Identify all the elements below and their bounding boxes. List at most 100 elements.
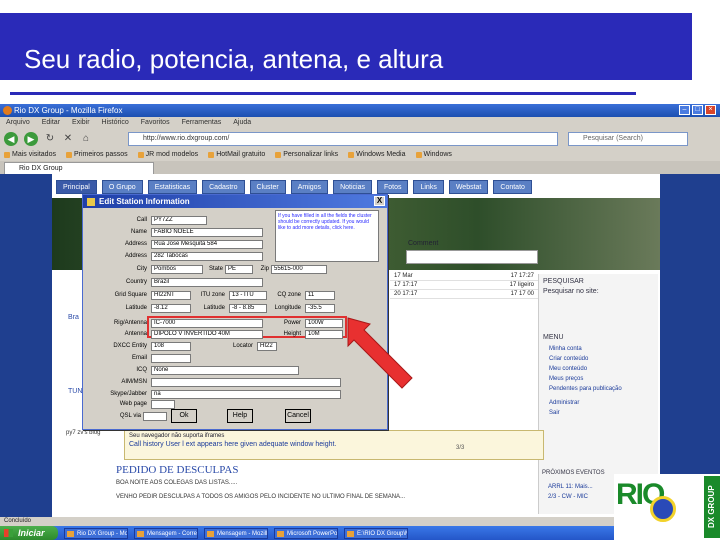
cq-field[interactable]: 11 — [305, 291, 335, 300]
city-label: City — [136, 266, 147, 272]
bookmark-label: Mais visitados — [12, 151, 56, 158]
table-cell: 17 Mar — [394, 273, 413, 279]
home-icon[interactable]: ⌂ — [80, 133, 92, 145]
dialog-close-button[interactable]: X — [374, 196, 385, 206]
menu-bar: Arquivo Editar Exibir Histórico Favorito… — [0, 117, 720, 129]
address-bar[interactable]: http://www.rio.dxgroup.com/ — [128, 132, 558, 146]
start-label: Iniciar — [18, 528, 45, 538]
menu-history[interactable]: Histórico — [102, 117, 129, 129]
skype-label: Skype/Jabber — [110, 391, 147, 397]
bookmark-item[interactable]: Windows — [415, 149, 452, 161]
sidebar-link-minha-conta[interactable]: Minha conta — [549, 346, 582, 353]
taskbar-item[interactable]: Microsoft PowerPoint — [274, 527, 338, 539]
bookmarks-toolbar: Mais visitados Primeiros passos JR mod m… — [0, 149, 720, 161]
menu-tools[interactable]: Ferramentas — [182, 117, 222, 129]
bookmark-icon — [208, 152, 215, 158]
sidebar-link-administrar[interactable]: Administrar — [549, 400, 579, 407]
event-link[interactable]: ARRL 11: Mais... — [548, 484, 593, 490]
bookmark-item[interactable]: JR mod modelos — [137, 149, 198, 161]
call-field[interactable]: PY7ZZ — [151, 216, 207, 225]
comment-input[interactable] — [406, 250, 538, 264]
icq-field[interactable]: None — [151, 366, 299, 375]
reload-icon[interactable]: ↻ — [44, 133, 56, 145]
minimize-button[interactable]: – — [679, 105, 690, 115]
slide-header: Seu radio, potencia, antena, e altura — [0, 0, 720, 100]
web-label: Web page — [119, 401, 147, 407]
menu-edit[interactable]: Editar — [42, 117, 60, 129]
address2-field[interactable]: 282 Tabocas — [151, 252, 263, 261]
site-nav-estatisticas[interactable]: Estatisticas — [147, 180, 198, 194]
qsl-field[interactable] — [143, 412, 167, 421]
sidebar-link-meu-conteudo[interactable]: Meu conteúdo — [549, 366, 587, 373]
bookmark-item[interactable]: Mais visitados — [4, 149, 56, 161]
address-field[interactable]: Rua Jose Mesquita 584 — [151, 240, 263, 249]
antenna-label: Antenna — [124, 331, 147, 337]
zip-field[interactable]: 55615-000 — [271, 265, 327, 274]
site-nav-principal[interactable]: Principal — [56, 180, 97, 194]
sidebar-link-meus-precos[interactable]: Meus preços — [549, 376, 583, 383]
skype-field[interactable]: na — [151, 390, 341, 399]
search-input[interactable]: Pesquisar (Search) — [568, 132, 688, 146]
maximize-button[interactable]: □ — [692, 105, 703, 115]
stop-icon[interactable]: ✕ — [62, 133, 74, 145]
dialog-icon — [87, 198, 95, 206]
menu-view[interactable]: Exibir — [72, 117, 90, 129]
site-nav-fotos[interactable]: Fotos — [376, 180, 409, 194]
menu-file[interactable]: Arquivo — [6, 117, 30, 129]
longitude-field[interactable]: -35.5 — [305, 304, 335, 313]
power-field[interactable]: 100W — [305, 319, 343, 328]
site-nav-webstat[interactable]: Webstat — [448, 180, 489, 194]
sidebar-link-pendentes[interactable]: Pendentes para publicação — [549, 386, 622, 393]
taskbar-item[interactable]: Mensagem - Mozilla — [204, 527, 268, 539]
cancel-button[interactable]: Cancel — [285, 409, 311, 423]
event-link[interactable]: 2/3 - CW - MIC — [548, 494, 588, 500]
menu-help[interactable]: Ajuda — [233, 117, 251, 129]
bookmark-item[interactable]: Primeiros passos — [65, 149, 128, 161]
country-field[interactable]: Brazil — [151, 278, 263, 287]
sidebar-link-sair[interactable]: Sair — [549, 410, 560, 417]
height-field[interactable]: 10M — [305, 330, 343, 339]
tab-rio-dx[interactable]: Rio DX Group — [4, 162, 154, 174]
bookmark-label: HotMail gratuito — [216, 151, 266, 158]
bookmark-item[interactable]: Windows Media — [348, 149, 406, 161]
close-button[interactable]: × — [705, 105, 716, 115]
search-title: PESQUISAR — [543, 278, 584, 285]
menu-title: MENU — [543, 334, 564, 341]
post-title[interactable]: PEDIDO DE DESCULPAS — [116, 464, 238, 476]
help-button[interactable]: Help — [227, 409, 253, 423]
aim-field[interactable] — [151, 378, 341, 387]
menu-bookmarks[interactable]: Favoritos — [141, 117, 170, 129]
status-bar: Concluído — [0, 517, 720, 526]
forward-icon[interactable]: ▶ — [24, 132, 38, 146]
slide-title: Seu radio, potencia, antena, e altura — [24, 44, 444, 74]
taskbar-item[interactable]: Rio DX Group - Mozilla Firefox — [64, 527, 128, 539]
back-icon[interactable]: ◀ — [4, 132, 18, 146]
site-nav-cadastro[interactable]: Cadastro — [202, 180, 245, 194]
start-button[interactable]: Iniciar — [0, 526, 58, 540]
red-arrow-icon — [347, 317, 413, 389]
taskbar-item[interactable]: E:\RIO DX Group\Manual — [344, 527, 408, 539]
comment-label: Comment — [408, 240, 439, 247]
ok-button[interactable]: Ok — [171, 409, 197, 423]
site-nav-contato[interactable]: Contato — [493, 180, 532, 194]
sidebar-link-criar-conteudo[interactable]: Criar conteúdo — [549, 356, 588, 363]
name-field[interactable]: FABIO NOELE — [151, 228, 263, 237]
bookmark-icon — [65, 152, 72, 158]
latitude2-label: Latitude — [203, 305, 225, 311]
site-nav-cluster[interactable]: Cluster — [249, 180, 286, 194]
locator-field[interactable]: HI22 — [257, 342, 277, 351]
site-nav-amigos[interactable]: Amigos — [290, 180, 329, 194]
bookmark-item[interactable]: HotMail gratuito — [208, 149, 265, 161]
site-nav-noticias[interactable]: Noticias — [333, 180, 372, 194]
locator-label: Locator — [232, 343, 253, 349]
site-nav-links[interactable]: Links — [413, 180, 444, 194]
email-field[interactable] — [151, 354, 191, 363]
windows-taskbar: Iniciar Rio DX Group - Mozilla Firefox M… — [0, 526, 720, 540]
site-nav-grupo[interactable]: O Grupo — [101, 180, 143, 194]
bookmark-label: Windows Media — [356, 151, 406, 158]
web-field[interactable] — [151, 400, 175, 409]
bookmark-icon — [415, 152, 422, 158]
notice-counter: 3/3 — [456, 445, 465, 451]
taskbar-item[interactable]: Mensagem - Correio — [134, 527, 198, 539]
bookmark-item[interactable]: Personalizar links — [275, 149, 338, 161]
